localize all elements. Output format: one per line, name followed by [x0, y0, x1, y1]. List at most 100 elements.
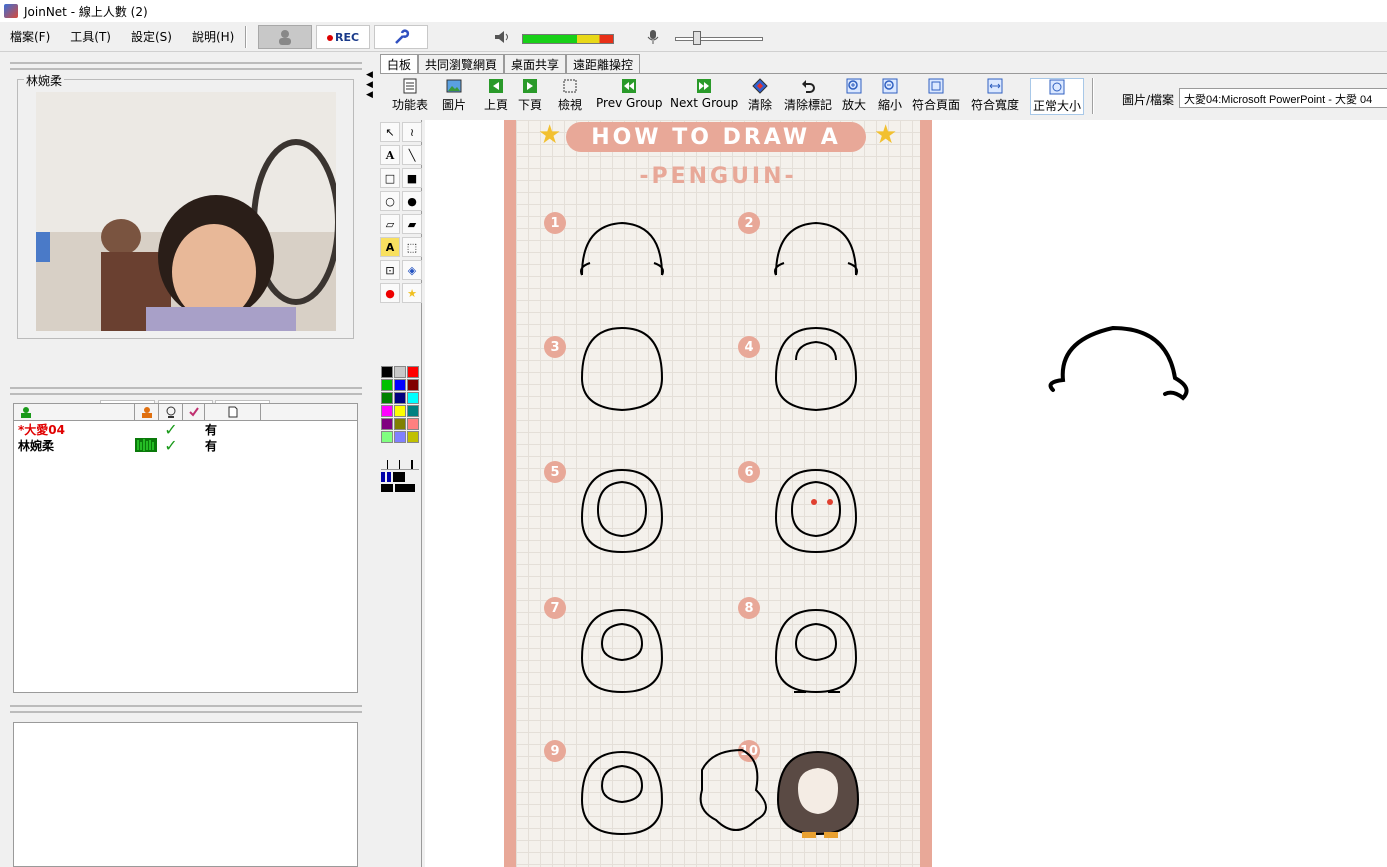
color-swatch[interactable]	[407, 405, 419, 417]
line-tool[interactable]: ╲	[402, 145, 422, 165]
file-select-field[interactable]: 大愛04:Microsoft PowerPoint - 大愛 04	[1179, 88, 1387, 108]
slide-image: ★ ★ HOW TO DRAW A -PENGUIN- 1 2 3 4 5 6 …	[504, 120, 932, 867]
user-name: 林婉柔	[18, 438, 55, 453]
microphone-icon[interactable]	[644, 28, 662, 46]
rectangle-tool[interactable]: □	[380, 168, 400, 188]
color-swatch[interactable]	[394, 418, 406, 430]
next-group-button[interactable]: Next Group	[670, 78, 738, 110]
color-swatch[interactable]	[394, 431, 406, 443]
panel-divider[interactable]	[362, 52, 376, 867]
filled-ellipse-tool[interactable]: ●	[402, 191, 422, 211]
document-icon	[228, 406, 237, 418]
highlight-text-tool[interactable]: A	[380, 237, 400, 257]
panel-grip[interactable]	[10, 387, 362, 395]
apple-stamp-tool[interactable]: ●	[380, 283, 400, 303]
area-select-tool[interactable]: ⬚	[402, 237, 422, 257]
speaker-volume-meter[interactable]	[522, 34, 614, 44]
menu-settings[interactable]: 設定(S)	[129, 28, 174, 45]
col-check-header[interactable]	[183, 404, 205, 420]
tab-co-browse[interactable]: 共同瀏覽網頁	[418, 54, 505, 73]
mic-slider-thumb[interactable]	[693, 31, 701, 45]
prev-page-button[interactable]: 上頁	[484, 78, 508, 113]
color-swatch[interactable]	[407, 418, 419, 430]
color-swatch[interactable]	[394, 366, 406, 378]
color-swatch[interactable]	[381, 392, 393, 404]
color-swatch[interactable]	[394, 379, 406, 391]
whiteboard-canvas[interactable]: ★ ★ HOW TO DRAW A -PENGUIN- 1 2 3 4 5 6 …	[425, 120, 1387, 867]
filled-rectangle-tool[interactable]: ■	[402, 168, 422, 188]
tool-label: 符合頁面	[912, 98, 961, 112]
settings-wrench-button[interactable]	[374, 25, 428, 49]
penguin-drawings	[580, 221, 860, 838]
title-bar: JoinNet - 線上人數 (2)	[0, 0, 1387, 22]
text-tool[interactable]: A	[380, 145, 400, 165]
color-swatch[interactable]	[407, 366, 419, 378]
tool-label: 清除	[748, 98, 773, 112]
menu-help[interactable]: 說明(H)	[190, 28, 236, 45]
audio-level-icon	[135, 438, 159, 452]
color-swatch[interactable]	[381, 379, 393, 391]
tab-desktop-share[interactable]: 桌面共享	[504, 54, 567, 73]
tool-label: 功能表	[392, 98, 429, 112]
panel-grip[interactable]	[10, 705, 362, 713]
line-width-selector[interactable]	[381, 460, 419, 492]
record-button[interactable]: REC	[316, 25, 370, 49]
freehand-tool[interactable]: ≀	[402, 122, 422, 142]
color-swatch[interactable]	[407, 392, 419, 404]
next-page-button[interactable]: 下頁	[518, 78, 542, 113]
zoom-in-button[interactable]: 放大	[842, 78, 866, 113]
chat-area[interactable]	[13, 722, 358, 867]
polygon-tool[interactable]: ▱	[380, 214, 400, 234]
image-tool-button[interactable]: 圖片	[442, 78, 466, 113]
collapse-arrows-icon[interactable]: ◀ ◀ ◀	[366, 70, 373, 100]
col-audio-header[interactable]	[135, 404, 159, 420]
zoom-out-button[interactable]: 縮小	[878, 78, 902, 113]
menu-tools[interactable]: 工具(T)	[68, 28, 113, 45]
star-stamp-tool[interactable]: ★	[402, 283, 422, 303]
col-video-header[interactable]	[159, 404, 183, 420]
color-swatch[interactable]	[407, 431, 419, 443]
tool-label: 檢視	[558, 98, 583, 112]
eraser-tool[interactable]: ◈	[402, 260, 422, 280]
speaker-icon[interactable]	[492, 28, 510, 46]
col-name-header[interactable]	[14, 404, 135, 420]
color-swatch[interactable]	[381, 366, 393, 378]
clear-marks-button[interactable]: 清除標記	[784, 78, 832, 113]
fit-width-button[interactable]: 符合寬度	[971, 78, 1019, 113]
filled-polygon-tool[interactable]: ▰	[402, 214, 422, 234]
tab-remote-control[interactable]: 遠距離操控	[566, 54, 641, 73]
tool-label: 符合寬度	[971, 98, 1020, 112]
tool-label: 清除標記	[784, 98, 833, 112]
next-page-icon	[523, 79, 537, 93]
select-arrow-tool[interactable]: ↖	[380, 122, 400, 142]
color-swatch[interactable]	[381, 431, 393, 443]
menu-file[interactable]: 檔案(F)	[8, 28, 52, 45]
clear-button[interactable]: 清除	[748, 78, 772, 113]
user-row[interactable]: 林婉柔 ✓ 有	[14, 436, 357, 455]
color-swatch[interactable]	[394, 405, 406, 417]
webcam-small-icon	[166, 406, 175, 418]
color-swatch[interactable]	[381, 405, 393, 417]
normal-size-button[interactable]: 正常大小	[1030, 78, 1085, 115]
color-swatch[interactable]	[407, 379, 419, 391]
raise-hand-button[interactable]	[258, 25, 312, 49]
panel-grip[interactable]	[10, 62, 362, 70]
view-button[interactable]: 檢視	[558, 78, 582, 113]
normal-size-icon	[1049, 79, 1065, 95]
capture-tool[interactable]: ⊡	[380, 260, 400, 280]
tool-label: Next Group	[670, 96, 739, 110]
tool-label: Prev Group	[596, 96, 663, 110]
tool-label: 圖片	[442, 98, 467, 112]
color-swatch[interactable]	[394, 392, 406, 404]
col-doc-header[interactable]	[205, 404, 261, 420]
user-row[interactable]: *大愛04 ✓ 有	[14, 420, 357, 439]
fit-page-button[interactable]: 符合頁面	[912, 78, 960, 113]
menu-tool-button[interactable]: 功能表	[392, 78, 428, 113]
prev-group-button[interactable]: Prev Group	[596, 78, 663, 110]
mic-volume-slider[interactable]	[675, 37, 763, 41]
tab-whiteboard[interactable]: 白板	[380, 54, 419, 73]
color-swatch[interactable]	[381, 418, 393, 430]
video-panel: 林婉柔	[17, 72, 354, 339]
ellipse-tool[interactable]: ○	[380, 191, 400, 211]
tool-label: 縮小	[878, 98, 903, 112]
